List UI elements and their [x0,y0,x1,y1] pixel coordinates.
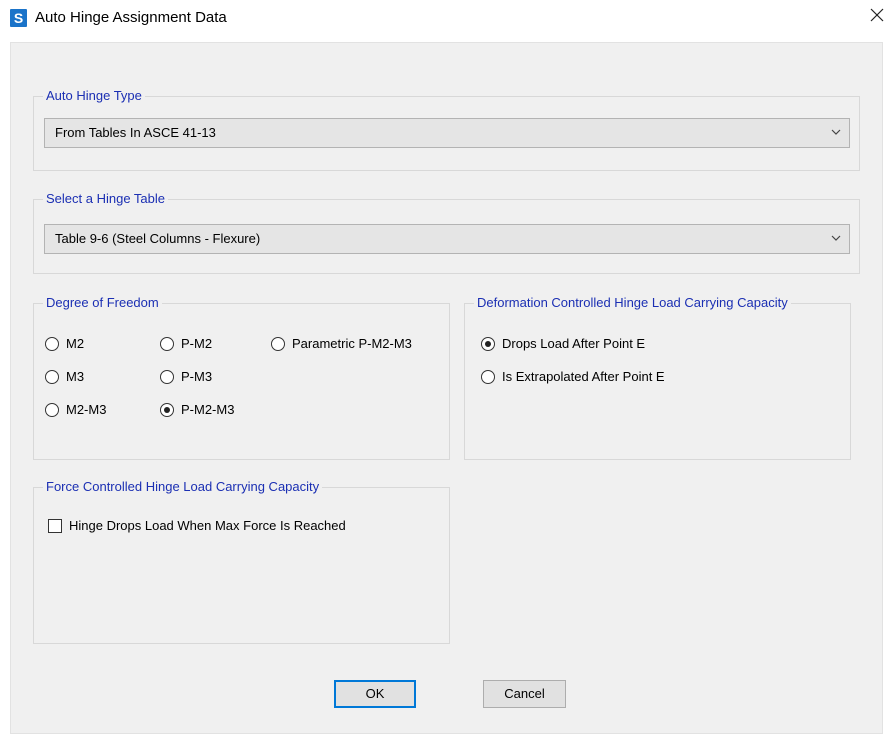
radio-label: P-M2-M3 [181,402,235,417]
hinge-table-group: Select a Hinge Table Table 9-6 (Steel Co… [33,191,860,274]
hinge-table-dropdown[interactable]: Table 9-6 (Steel Columns - Flexure) [44,224,850,254]
dof-radio-m3[interactable]: M3 [45,369,84,385]
group-legend: Force Controlled Hinge Load Carrying Cap… [43,479,323,495]
dof-radio-p-m2-m3[interactable]: P-M2-M3 [160,402,234,418]
radio-label: Parametric P-M2-M3 [292,336,412,351]
group-legend: Degree of Freedom [43,295,162,311]
chevron-down-icon [831,129,841,135]
radio-label: Is Extrapolated After Point E [502,369,665,384]
title-bar: S Auto Hinge Assignment Data [0,0,895,42]
radio-is-extrapolated-after-point-e[interactable]: Is Extrapolated After Point E [481,369,665,385]
window-title: Auto Hinge Assignment Data [35,9,227,26]
deformation-controlled-group: Deformation Controlled Hinge Load Carryi… [464,295,851,460]
radio-circle [45,337,59,351]
radio-circle [45,370,59,384]
dropdown-selected-value: From Tables In ASCE 41-13 [55,125,216,140]
group-legend: Deformation Controlled Hinge Load Carryi… [474,295,791,311]
hinge-drops-load-checkbox[interactable]: Hinge Drops Load When Max Force Is Reach… [48,518,346,534]
radio-label: Drops Load After Point E [502,336,646,351]
auto-hinge-type-group: Auto Hinge Type From Tables In ASCE 41-1… [33,88,860,171]
dialog-window: S Auto Hinge Assignment Data Auto Hinge … [0,0,895,740]
dialog-body: Auto Hinge Type From Tables In ASCE 41-1… [10,42,883,734]
radio-circle [45,403,59,417]
group-legend: Auto Hinge Type [43,88,145,104]
radio-circle-selected [481,337,495,351]
degree-of-freedom-group: Degree of Freedom M2 M3 M2-M3 P-M2 P-M3 [33,295,450,460]
radio-circle [160,337,174,351]
radio-label: M2-M3 [66,402,107,417]
group-legend: Select a Hinge Table [43,191,169,207]
chevron-down-icon [831,235,841,241]
sap-app-icon: S [10,9,27,27]
radio-circle [481,370,495,384]
checkbox-box [48,519,62,533]
radio-circle [271,337,285,351]
ok-button[interactable]: OK [334,680,416,708]
radio-label: P-M3 [181,369,213,384]
dof-radio-m2[interactable]: M2 [45,336,84,352]
force-controlled-group: Force Controlled Hinge Load Carrying Cap… [33,479,450,644]
radio-label: M2 [66,336,85,351]
cancel-button[interactable]: Cancel [483,680,566,708]
close-button[interactable] [863,4,891,30]
radio-label: M3 [66,369,85,384]
radio-circle-selected [160,403,174,417]
dropdown-selected-value: Table 9-6 (Steel Columns - Flexure) [55,231,261,246]
radio-drops-load-after-point-e[interactable]: Drops Load After Point E [481,336,645,352]
dof-radio-p-m3[interactable]: P-M3 [160,369,212,385]
dof-radio-m2-m3[interactable]: M2-M3 [45,402,106,418]
auto-hinge-type-dropdown[interactable]: From Tables In ASCE 41-13 [44,118,850,148]
radio-label: P-M2 [181,336,213,351]
dof-radio-p-m2[interactable]: P-M2 [160,336,212,352]
radio-circle [160,370,174,384]
close-icon [870,8,884,22]
dof-radio-parametric-p-m2-m3[interactable]: Parametric P-M2-M3 [271,336,412,352]
checkbox-label: Hinge Drops Load When Max Force Is Reach… [69,518,346,533]
